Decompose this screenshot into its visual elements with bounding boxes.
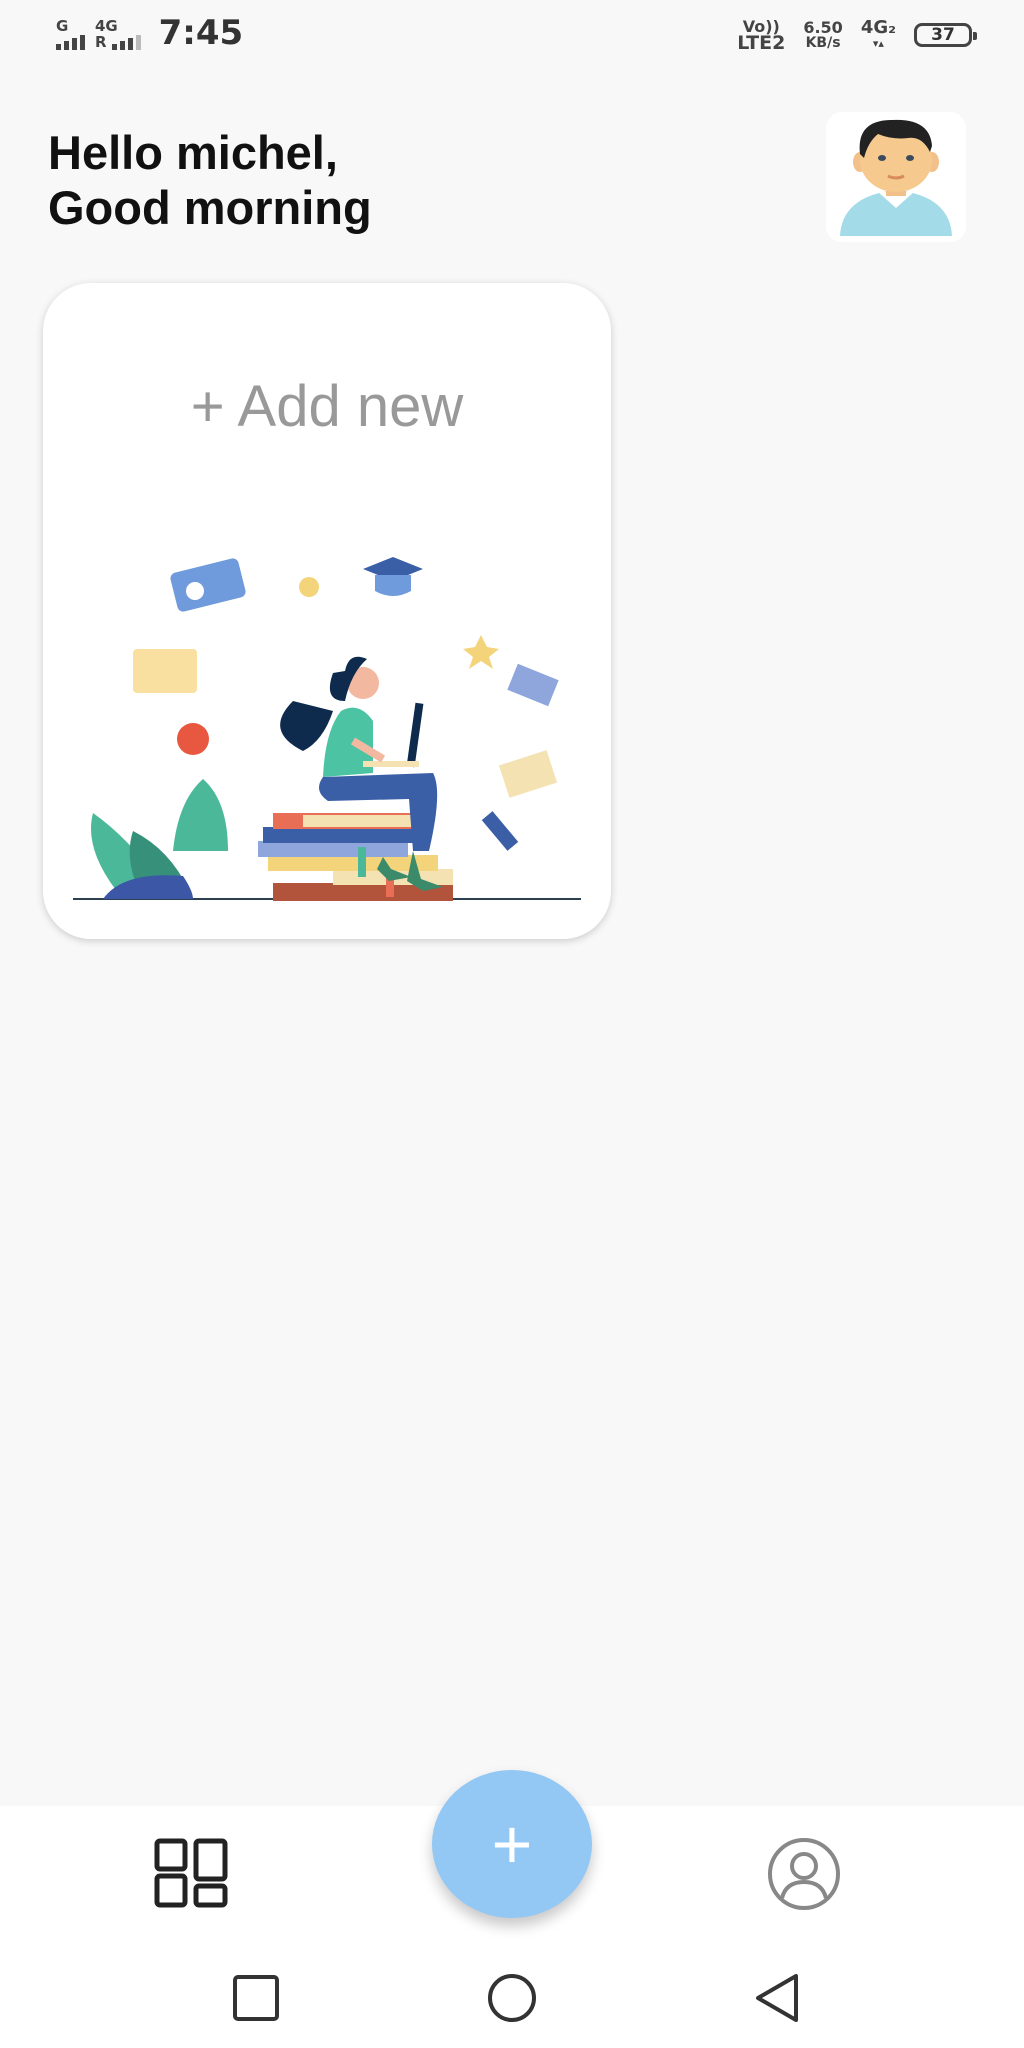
volte-indicator: Vo)) LTE2: [737, 17, 786, 54]
system-navigation-bar: [0, 1944, 1024, 2048]
greeting-line2: Good morning: [48, 181, 372, 234]
sim1-label: G: [56, 17, 69, 35]
recent-apps-icon: [233, 1975, 279, 2021]
recent-apps-button[interactable]: [230, 1972, 282, 2024]
battery-icon: 37: [914, 23, 977, 47]
home-button[interactable]: [486, 1972, 538, 2024]
avatar[interactable]: [826, 112, 966, 242]
network-type: 4G₂ ▾▴: [860, 17, 896, 51]
profile-button[interactable]: [766, 1836, 842, 1912]
studying-woman-illustration: [73, 557, 581, 901]
status-bar: G 4G R 7:45 Vo)) LTE2 6.50 KB/s 4G₂ ▾▴ 3…: [0, 0, 1024, 72]
dashboard-button[interactable]: [154, 1838, 228, 1908]
clock: 7:45: [158, 13, 244, 53]
back-icon: [756, 1974, 798, 2022]
battery-level: 37: [931, 25, 955, 45]
back-button[interactable]: [752, 1972, 804, 2024]
user-avatar-icon: [840, 119, 952, 236]
add-fab-button[interactable]: +: [432, 1770, 592, 1918]
greeting: Hello michel, Good morning: [48, 125, 372, 235]
network-speed: 6.50 KB/s: [803, 18, 843, 51]
roaming-label: R: [95, 33, 107, 51]
plus-icon: +: [491, 1805, 533, 1883]
sim2-signal: 4G R: [95, 19, 141, 50]
profile-icon: [768, 1838, 840, 1910]
home-icon: [488, 1974, 536, 2022]
dashboard-icon: [154, 1838, 228, 1908]
sim1-signal: G: [56, 19, 85, 50]
signal-bars-icon: R: [95, 34, 141, 50]
greeting-line1: Hello michel,: [48, 126, 338, 179]
add-new-card[interactable]: + Add new: [43, 283, 611, 939]
signal-bars-icon: [56, 34, 85, 50]
sim2-label: 4G: [95, 17, 118, 35]
add-new-label: + Add new: [190, 374, 464, 439]
